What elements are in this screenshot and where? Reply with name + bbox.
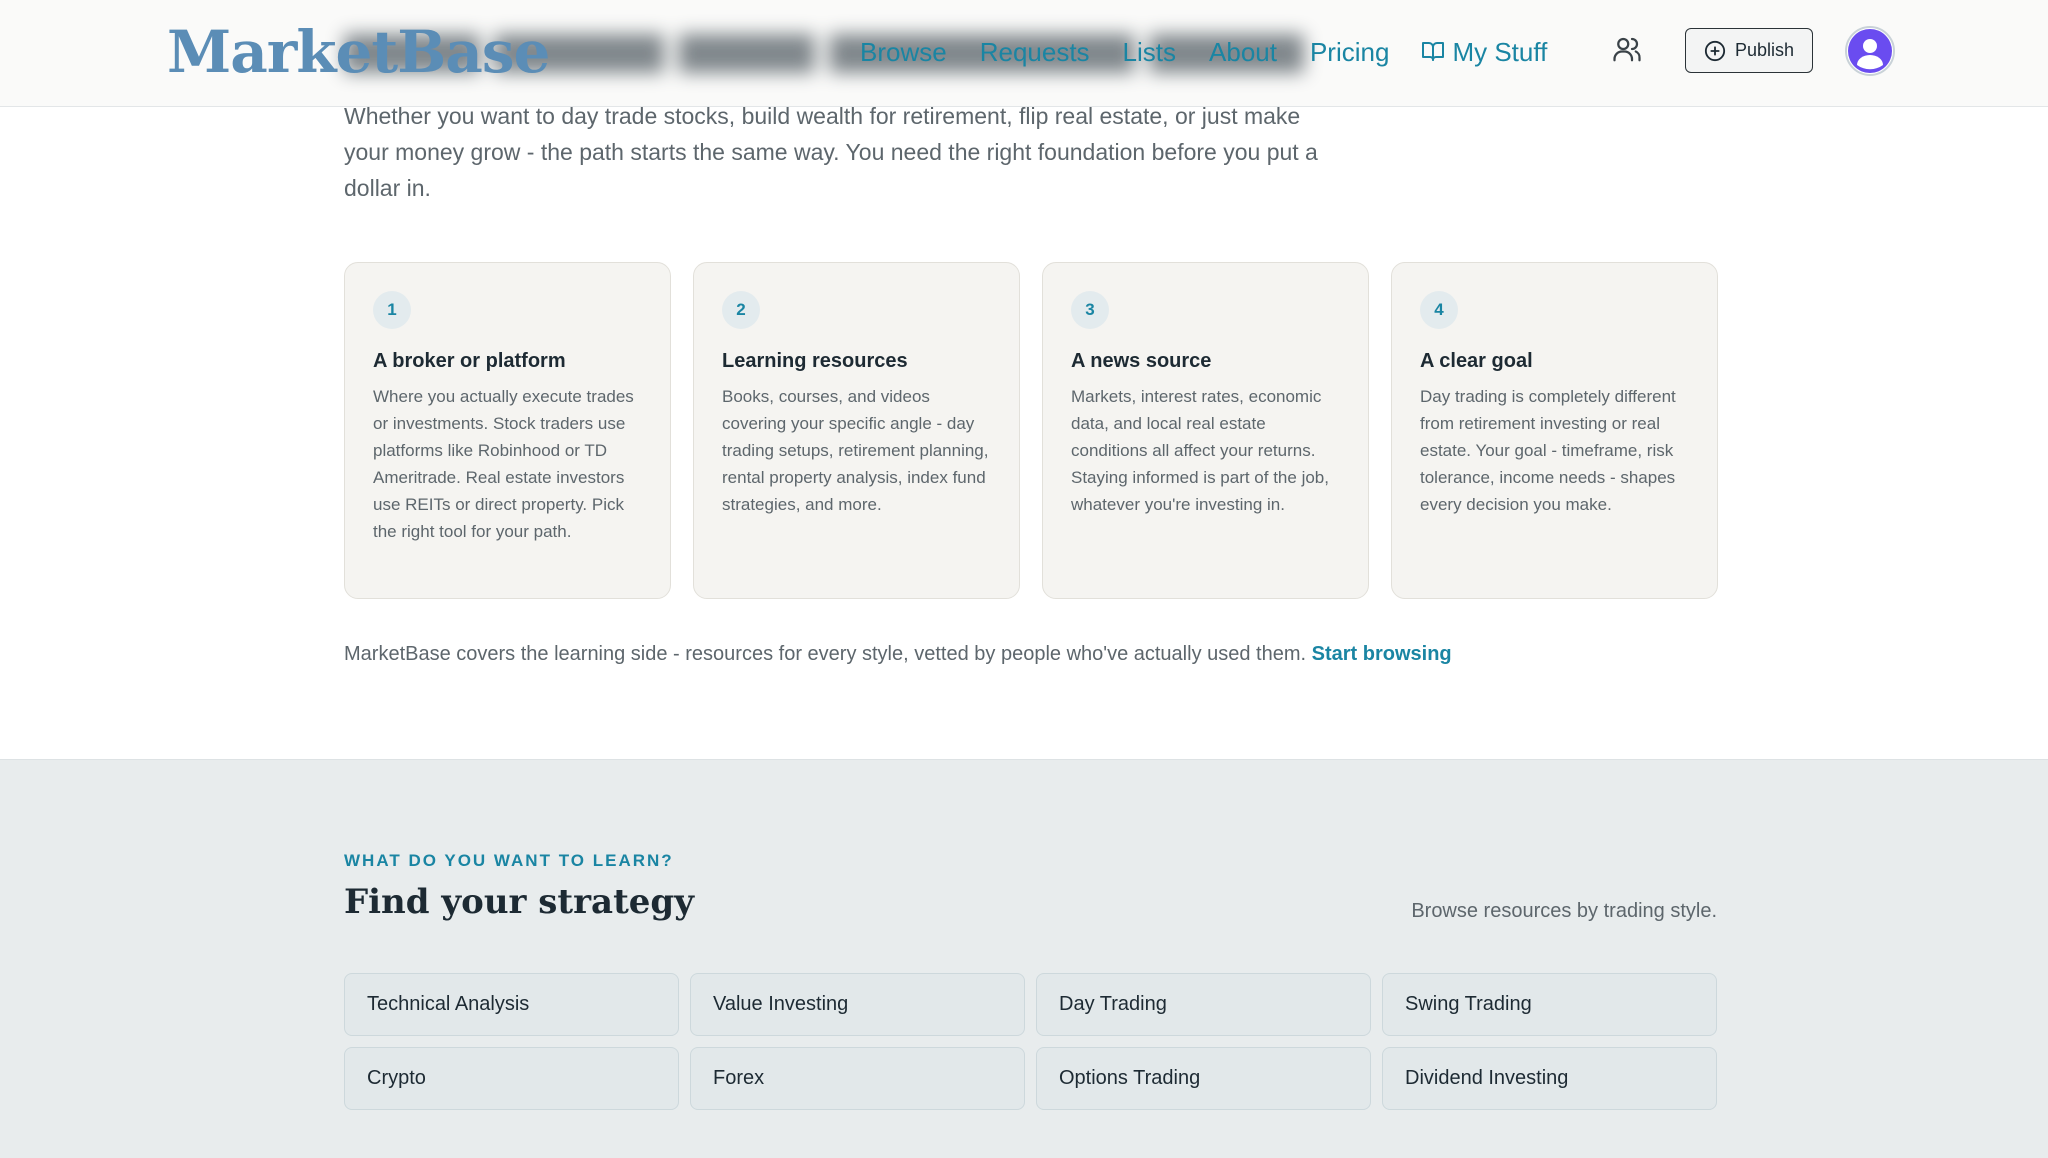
card-title: A clear goal [1420,350,1533,372]
step-number: 3 [1071,291,1109,329]
card-description: Day trading is completely different from… [1420,387,1676,514]
start-browsing-link[interactable]: Start browsing [1312,643,1452,665]
section-title: Find your strategy [344,882,694,922]
step-number: 4 [1420,291,1458,329]
nav-requests[interactable]: Requests [980,37,1090,68]
strategy-chip-day-trading[interactable]: Day Trading [1036,973,1371,1036]
card-description: Where you actually execute trades or inv… [373,387,634,541]
section-subtitle: Browse resources by trading style. [1411,900,1717,922]
foundation-cards: 1 A broker or platform Where you actuall… [344,262,1718,599]
strategy-chip-crypto[interactable]: Crypto [344,1047,679,1110]
nav-pricing[interactable]: Pricing [1310,37,1389,68]
nav-my-stuff-label: My Stuff [1452,36,1548,67]
publish-label: Publish [1734,40,1795,60]
logo[interactable]: MarketBase [167,18,550,86]
plus-circle-icon [1704,40,1726,61]
strategy-chip-swing-trading[interactable]: Swing Trading [1382,973,1717,1036]
nav-browse[interactable]: Browse [860,37,947,68]
strategy-chip-technical-analysis[interactable]: Technical Analysis [344,973,679,1036]
foundation-card: 2 Learning resources Books, courses, and… [693,262,1020,599]
nav-lists[interactable]: Lists [1123,37,1176,68]
strategy-section: WHAT DO YOU WANT TO LEARN? Find your str… [0,759,2048,1158]
foundation-card: 1 A broker or platform Where you actuall… [344,262,671,599]
users-icon[interactable] [1612,34,1642,64]
covers-sentence: MarketBase covers the learning side - re… [344,643,1307,665]
strategy-chip-options-trading[interactable]: Options Trading [1036,1047,1371,1110]
section-eyebrow: WHAT DO YOU WANT TO LEARN? [344,851,674,870]
strategy-chips: Technical Analysis Value Investing Day T… [344,973,1719,1110]
nav-about[interactable]: About [1209,37,1277,68]
strategy-chip-dividend-investing[interactable]: Dividend Investing [1382,1047,1717,1110]
avatar[interactable] [1845,26,1895,76]
card-title: A news source [1071,350,1212,372]
card-description: Books, courses, and videos covering your… [722,387,989,514]
book-icon [1422,37,1445,68]
nav-my-stuff[interactable]: My Stuff [1422,37,1547,68]
strategy-chip-forex[interactable]: Forex [690,1047,1025,1110]
user-avatar-icon [1848,29,1892,73]
publish-button[interactable]: Publish [1685,28,1813,73]
step-number: 1 [373,291,411,329]
card-title: A broker or platform [373,350,566,372]
foundation-card: 4 A clear goal Day trading is completely… [1391,262,1718,599]
site-header: ▆▆▆▆ ▆▆▆▆▆ ▆▆▆▆ ▆▆▆▆▆▆▆▆▆ ▆▆▆▆▆▆▆▆▆ Mark… [0,0,2048,107]
card-title: Learning resources [722,350,908,372]
strategy-chip-value-investing[interactable]: Value Investing [690,973,1025,1036]
intro-paragraph: Whether you want to day trade stocks, bu… [344,103,1318,201]
main-nav: Browse Requests Lists About Pricing My S… [860,30,1580,74]
card-description: Markets, interest rates, economic data, … [1071,387,1329,514]
step-number: 2 [722,291,760,329]
covers-text: MarketBase covers the learning side - re… [344,643,1452,666]
foundation-card: 3 A news source Markets, interest rates,… [1042,262,1369,599]
